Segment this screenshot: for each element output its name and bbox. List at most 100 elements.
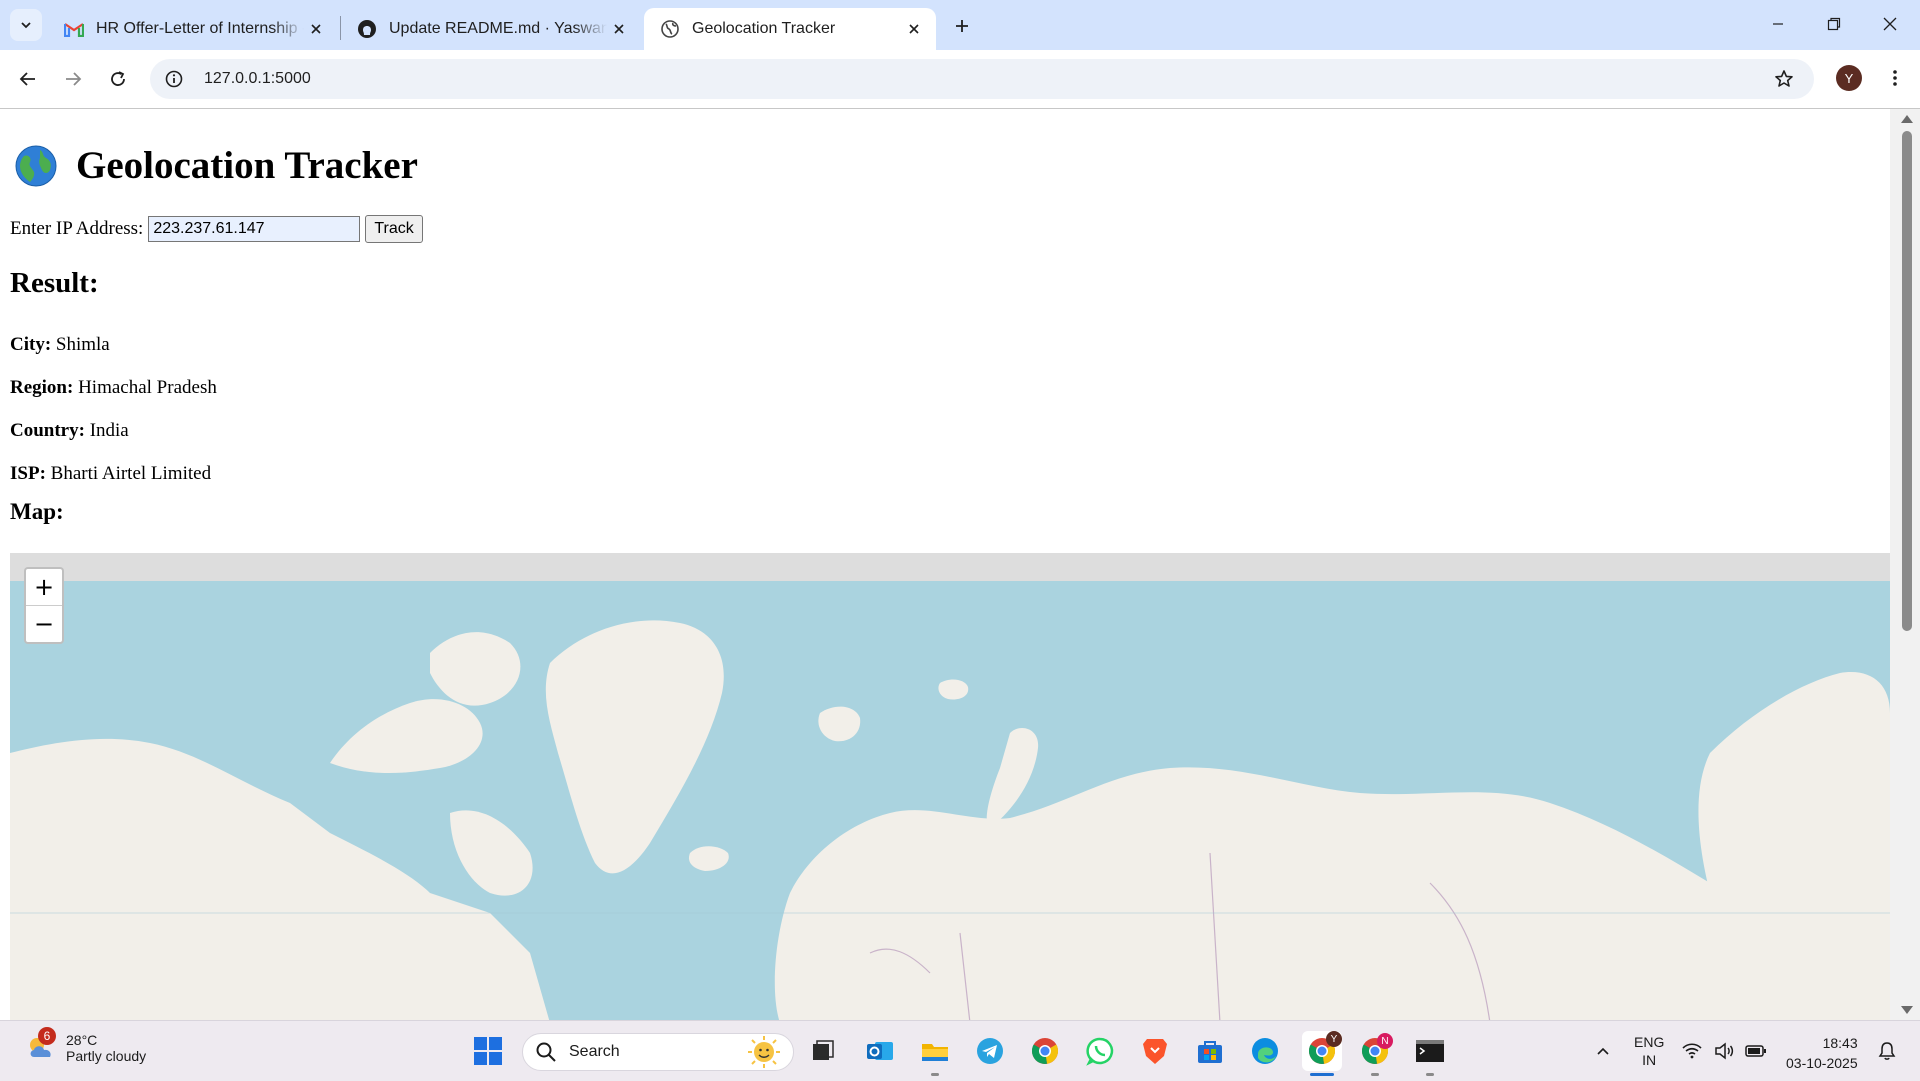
country-field: Country: India bbox=[10, 420, 129, 442]
globe-icon bbox=[660, 19, 680, 39]
tab-close-icon[interactable] bbox=[304, 17, 328, 41]
map-zoom-control: + − bbox=[24, 567, 64, 644]
page-scrollbar[interactable] bbox=[1890, 109, 1920, 1020]
tab-github[interactable]: Update README.md · Yaswanth bbox=[341, 8, 641, 50]
partly-cloudy-icon: 6 bbox=[24, 1027, 58, 1065]
plus-icon bbox=[956, 20, 968, 32]
language-indicator[interactable]: ENG IN bbox=[1634, 1033, 1664, 1069]
task-view-button[interactable] bbox=[805, 1033, 841, 1069]
url-text[interactable]: 127.0.0.1:5000 bbox=[204, 70, 311, 88]
bookmark-star-icon[interactable] bbox=[1772, 67, 1796, 91]
chrome-app[interactable] bbox=[1027, 1033, 1063, 1069]
close-window-button[interactable] bbox=[1862, 0, 1918, 48]
weather-temperature: 28°C bbox=[66, 1032, 98, 1048]
ip-address-input[interactable] bbox=[148, 216, 361, 242]
volume-status[interactable] bbox=[1710, 1033, 1738, 1069]
back-button[interactable] bbox=[10, 61, 46, 97]
restore-icon bbox=[1827, 17, 1841, 31]
ip-form: Enter IP Address: Track bbox=[10, 215, 423, 243]
isp-field: ISP: Bharti Airtel Limited bbox=[10, 463, 211, 485]
chrome-profile-y-badge: Y bbox=[1326, 1031, 1342, 1047]
search-icon bbox=[536, 1042, 556, 1062]
scroll-down-arrow-icon[interactable] bbox=[1901, 1006, 1913, 1014]
weather-alert-badge: 6 bbox=[38, 1027, 56, 1045]
notifications-button[interactable] bbox=[1874, 1033, 1900, 1069]
map-tiles[interactable] bbox=[10, 553, 1890, 1020]
page-title: Geolocation Tracker bbox=[14, 143, 418, 188]
telegram-icon bbox=[977, 1038, 1003, 1064]
arrow-right-icon bbox=[66, 72, 82, 86]
map-heading: Map: bbox=[10, 499, 64, 524]
show-hidden-icons-button[interactable] bbox=[1585, 1033, 1621, 1069]
wifi-status[interactable] bbox=[1678, 1033, 1706, 1069]
tab-title: Update README.md · Yaswanth bbox=[389, 20, 607, 37]
github-icon bbox=[357, 19, 377, 39]
tab-search-button[interactable] bbox=[10, 9, 42, 41]
speaker-icon bbox=[1715, 1042, 1734, 1060]
city-field: City: Shimla bbox=[10, 334, 110, 356]
whatsapp-icon bbox=[1086, 1037, 1114, 1066]
clock-date: 03-10-2025 bbox=[1786, 1055, 1858, 1071]
brave-app[interactable] bbox=[1137, 1033, 1173, 1069]
site-info-icon[interactable] bbox=[160, 65, 188, 93]
search-highlight-sun-icon bbox=[748, 1036, 780, 1068]
restore-button[interactable] bbox=[1806, 0, 1862, 48]
file-explorer-app[interactable] bbox=[917, 1033, 953, 1069]
tab-close-icon[interactable] bbox=[902, 17, 926, 41]
tab-close-icon[interactable] bbox=[607, 17, 631, 41]
microsoft-store-app[interactable] bbox=[1192, 1033, 1228, 1069]
region-field: Region: Himachal Pradesh bbox=[10, 377, 217, 399]
city-label: City: bbox=[10, 334, 52, 355]
zoom-in-button[interactable]: + bbox=[26, 569, 62, 605]
tab-geolocation-tracker[interactable]: Geolocation Tracker bbox=[644, 8, 936, 50]
scrollbar-thumb[interactable] bbox=[1902, 131, 1912, 631]
forward-button[interactable] bbox=[55, 61, 91, 97]
task-view-icon bbox=[813, 1040, 834, 1060]
outlook-app[interactable] bbox=[862, 1033, 898, 1069]
earth-globe-emoji-icon bbox=[15, 145, 57, 186]
chrome-profile-n-badge: N bbox=[1377, 1033, 1393, 1049]
weather-widget[interactable]: 6 28°C Partly cloudy bbox=[24, 1027, 146, 1065]
telegram-app[interactable] bbox=[972, 1033, 1008, 1069]
edge-app[interactable] bbox=[1247, 1033, 1283, 1069]
new-tab-button[interactable] bbox=[948, 12, 976, 40]
chrome-profile-y-app[interactable]: Y bbox=[1302, 1031, 1342, 1071]
chrome-profile-n-app[interactable]: N bbox=[1357, 1033, 1393, 1069]
isp-label: ISP: bbox=[10, 463, 46, 484]
language-region: IN bbox=[1642, 1052, 1657, 1068]
address-bar[interactable]: 127.0.0.1:5000 bbox=[150, 59, 1814, 99]
zoom-out-button[interactable]: − bbox=[26, 605, 62, 642]
kebab-menu-icon bbox=[1893, 70, 1897, 86]
browser-menu-button[interactable] bbox=[1880, 63, 1910, 93]
battery-status[interactable] bbox=[1742, 1033, 1770, 1069]
folder-icon bbox=[922, 1044, 948, 1061]
isp-value: Bharti Airtel Limited bbox=[50, 463, 212, 484]
battery-icon bbox=[1745, 1045, 1766, 1057]
leaflet-map[interactable]: + − bbox=[10, 553, 1890, 1020]
chevron-up-icon bbox=[1597, 1047, 1609, 1055]
brave-lion-icon bbox=[1143, 1039, 1167, 1064]
region-value: Himachal Pradesh bbox=[78, 377, 217, 398]
tab-gmail[interactable]: HR Offer-Letter of Internship - y bbox=[48, 8, 338, 50]
city-value: Shimla bbox=[55, 334, 110, 355]
clock[interactable]: 18:43 03-10-2025 bbox=[1786, 1033, 1858, 1073]
running-indicator bbox=[1371, 1073, 1379, 1076]
reload-button[interactable] bbox=[100, 61, 136, 97]
taskbar-search-box[interactable]: Search bbox=[522, 1033, 794, 1071]
start-button[interactable] bbox=[470, 1033, 506, 1069]
minimize-button[interactable] bbox=[1750, 0, 1806, 48]
search-label: Search bbox=[569, 1043, 620, 1060]
scroll-up-arrow-icon[interactable] bbox=[1901, 115, 1913, 123]
track-button[interactable]: Track bbox=[365, 215, 423, 243]
gmail-icon bbox=[64, 19, 84, 39]
country-value: India bbox=[89, 420, 129, 441]
browser-tab-strip: HR Offer-Letter of Internship - y Update… bbox=[0, 0, 1920, 50]
terminal-app[interactable] bbox=[1412, 1033, 1448, 1069]
whatsapp-app[interactable] bbox=[1082, 1033, 1118, 1069]
terminal-icon bbox=[1416, 1040, 1444, 1062]
reload-icon bbox=[111, 71, 125, 86]
region-label: Region: bbox=[10, 377, 74, 398]
profile-avatar[interactable]: Y bbox=[1836, 65, 1862, 91]
clock-time: 18:43 bbox=[1822, 1035, 1858, 1051]
browser-toolbar: 127.0.0.1:5000 Y bbox=[0, 50, 1920, 109]
